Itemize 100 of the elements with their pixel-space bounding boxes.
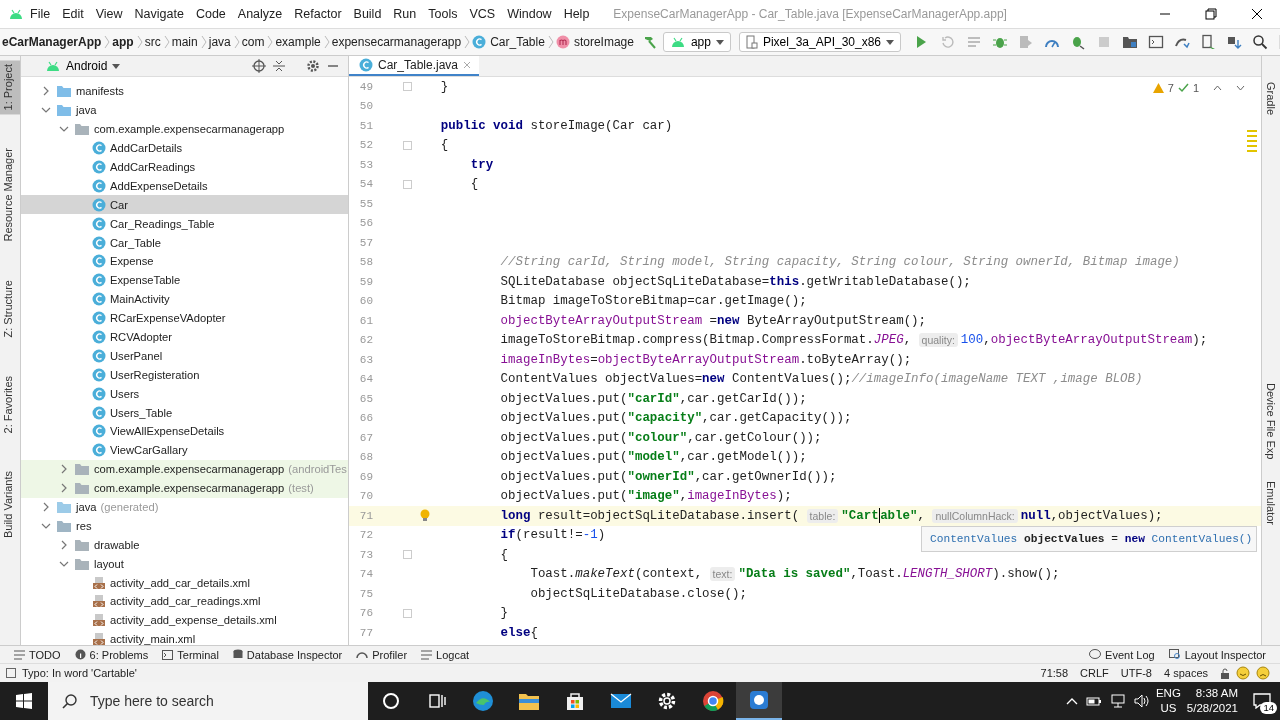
breadcrumb[interactable]: java [208,35,231,49]
tree-item[interactable]: Expense [21,252,348,271]
fold-marker-icon[interactable] [403,140,412,150]
tree-item[interactable]: AddExpenseDetails [21,176,348,196]
chevron-right-icon[interactable] [41,86,51,97]
fold-marker-icon[interactable] [403,179,412,189]
check-count[interactable]: 1 [1192,82,1199,94]
chevron-right-icon[interactable] [59,539,69,550]
menu-item[interactable]: Tools [422,7,464,21]
tool-window-button[interactable]: Terminal [177,648,219,661]
tree-item[interactable]: AddCarReadings [21,157,348,177]
status-item[interactable]: 71:58 [1040,667,1069,679]
tool-window-button[interactable]: Logcat [436,648,470,661]
menu-item[interactable]: VCS [463,7,502,21]
app-icon[interactable] [749,690,769,710]
tree-item[interactable]: UserPanel [21,346,348,366]
breadcrumb[interactable]: example [275,35,321,49]
tool-window-button[interactable]: 6: Problems [89,648,149,661]
menu-item[interactable]: File [24,7,57,21]
status-item[interactable]: 4 spaces [1163,667,1208,679]
breadcrumb[interactable]: storeImage [573,35,634,49]
cube-download-icon[interactable] [1226,34,1243,50]
taskbar-clock[interactable]: 8:38 AM 5/28/2021 [1180,686,1244,716]
tool-window-tab[interactable]: 1: Project [0,60,20,115]
fold-marker-icon[interactable] [403,550,412,560]
tool-window-tab[interactable]: Build Variants [0,466,20,543]
tool-window-tab[interactable]: Z: Structure [0,276,20,342]
search-icon[interactable] [1252,34,1269,50]
tree-item[interactable]: com.example.expensecarmanagerapp (androidTes [21,459,348,479]
device-icon[interactable] [1200,34,1217,50]
tree-item[interactable]: MainActivity [21,289,348,309]
menu-item[interactable]: Code [189,7,232,21]
status-item[interactable]: CRLF [1080,667,1109,679]
folder-grid-icon[interactable] [1122,34,1139,50]
tree-item[interactable]: UserRegisteration [21,365,348,385]
tree-item[interactable]: Car_Table [21,233,348,252]
tree-item[interactable]: Users_Table [21,403,348,423]
tool-window-tab[interactable]: Device File Exp [1263,379,1279,464]
speaker-icon[interactable] [1133,694,1150,708]
folder-icon[interactable] [518,691,540,711]
tool-window-button[interactable]: Profiler [372,648,408,661]
tree-item[interactable]: Users [21,384,348,404]
restore-icon[interactable] [1205,8,1217,20]
tool-window-tab[interactable]: Gradle [1263,78,1279,120]
status-item[interactable]: UTF-8 [1120,667,1152,679]
file-tab[interactable]: Car_Table.java [349,56,480,76]
menu-item[interactable]: Refactor [288,7,348,21]
mail-icon[interactable] [610,693,632,709]
sad-face-icon[interactable] [1256,666,1270,680]
menu-item[interactable]: Build [347,7,388,21]
run-configuration-dropdown[interactable]: app [662,32,731,52]
menu-item[interactable]: Window [501,7,558,21]
windows-logo-icon[interactable] [16,693,32,709]
tool-window-button[interactable]: Database Inspector [246,648,343,661]
input-language[interactable]: ENG US [1155,686,1181,716]
chevron-right-icon[interactable] [41,502,51,513]
lock-icon[interactable] [1220,667,1230,679]
window-icon[interactable] [1148,34,1165,50]
tree-item[interactable]: manifests [21,82,348,101]
square-icon[interactable] [6,668,16,678]
tree-item[interactable]: Car [21,195,348,215]
breadcrumb[interactable]: main [171,35,198,49]
fold-marker-icon[interactable] [403,608,412,618]
locate-icon[interactable] [252,59,266,73]
tree-item[interactable]: java (generated) [21,497,348,517]
task-view-icon[interactable] [428,692,446,710]
tree-item[interactable]: activity_add_expense_details.xml [21,610,348,630]
tree-item[interactable]: RCVAdopter [21,327,348,347]
tree-item[interactable]: drawable [21,535,348,555]
circle-icon[interactable] [382,692,400,710]
bulb-icon[interactable] [420,509,430,523]
menu-item[interactable]: Run [387,7,423,21]
tree-item[interactable]: activity_main.xml [21,629,348,645]
tool-window-button[interactable]: TODO [29,648,61,661]
tree-item[interactable]: ViewCarGallary [21,440,348,460]
breadcrumb[interactable]: eCarManagerApp [2,35,102,49]
chevron-down-icon[interactable] [1236,85,1245,91]
taskbar-search-field[interactable]: Type here to search [48,682,368,720]
close-icon[interactable] [1251,8,1263,20]
breadcrumb[interactable]: com [241,35,265,49]
tree-item[interactable]: RCarExpenseVAdopter [21,308,348,328]
device-dropdown[interactable]: Pixel_3a_API_30_x86 [738,32,902,52]
battery-icon[interactable] [1085,695,1102,707]
smiley-icon[interactable] [1236,666,1250,680]
tree-item[interactable]: java [21,100,348,120]
gear-icon[interactable] [306,59,320,73]
browser-icon[interactable] [472,690,494,712]
tree-item[interactable]: activity_add_car_readings.xml [21,592,348,611]
tool-window-tab[interactable]: Resource Manager [0,144,20,247]
menu-item[interactable]: Edit [56,7,90,21]
breadcrumb[interactable]: expensecarmanagerapp [331,35,462,49]
tool-window-button[interactable]: Event Log [1105,648,1155,661]
warning-count[interactable]: 7 [1167,82,1174,94]
menu-item[interactable]: Analyze [231,7,289,21]
tree-item[interactable]: res [21,516,348,536]
menu-item[interactable]: Help [557,7,596,21]
menu-item[interactable]: Navigate [128,7,190,21]
tree-item[interactable]: activity_add_car_details.xml [21,573,348,593]
menu-item[interactable]: View [89,7,129,21]
network-icon[interactable] [1109,694,1126,708]
